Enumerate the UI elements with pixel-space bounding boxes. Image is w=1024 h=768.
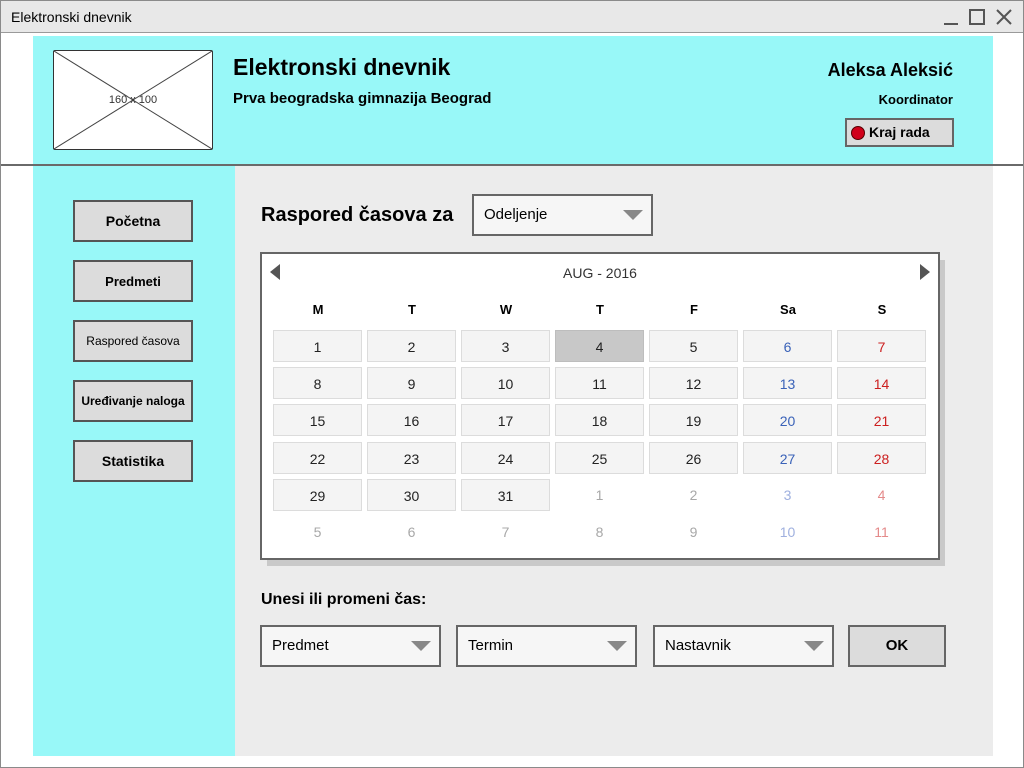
calendar-day[interactable]: 31 [461, 478, 550, 511]
calendar-day[interactable]: 2 [649, 479, 738, 511]
logout-button[interactable]: Kraj rada [845, 118, 954, 147]
app-title: Elektronski dnevnik [233, 54, 451, 80]
sidebar-item-label: Početna [105, 213, 161, 229]
term-dropdown[interactable]: Termin [456, 625, 637, 667]
calendar-day[interactable]: 19 [649, 404, 738, 437]
calendar: AUG - 2016 M T W T F Sa S 1 2 3 4 5 6 7 8 9 10 11 12 13 14 1… [260, 252, 940, 560]
calendar-day[interactable]: 27 [743, 441, 832, 474]
calendar-day[interactable]: 21 [837, 404, 926, 437]
maximize-icon[interactable] [967, 7, 987, 27]
chevron-down-icon [804, 641, 824, 651]
calendar-day[interactable]: 17 [461, 404, 550, 437]
sidebar-item-raspored-casova[interactable]: Raspored časova [73, 320, 193, 362]
logo-placeholder: 160 x 100 [53, 50, 213, 150]
chevron-down-icon [623, 210, 643, 220]
calendar-day[interactable]: 25 [555, 441, 644, 474]
main-content: Raspored časova za Odeljenje AUG - 2016 … [235, 166, 993, 756]
calendar-day[interactable]: 6 [743, 330, 832, 362]
sidebar: Početna Predmeti Raspored časova Uređiva… [33, 166, 235, 756]
user-role: Koordinator [878, 92, 953, 107]
calendar-day[interactable]: 16 [367, 404, 456, 437]
calendar-day[interactable]: 7 [461, 516, 550, 548]
calendar-day[interactable]: 1 [273, 330, 362, 362]
weekday-label: F [690, 302, 698, 317]
calendar-day[interactable]: 3 [461, 330, 550, 362]
calendar-day[interactable]: 9 [367, 367, 456, 400]
header: 160 x 100 Elektronski dnevnik Prva beogr… [33, 36, 993, 164]
calendar-day[interactable]: 8 [555, 516, 644, 548]
weekday-label: Sa [780, 302, 796, 317]
form-label: Unesi ili promeni čas: [261, 591, 427, 608]
calendar-day[interactable]: 28 [837, 441, 926, 474]
close-icon[interactable] [994, 7, 1014, 27]
window-title: Elektronski dnevnik [11, 9, 132, 25]
calendar-day[interactable]: 26 [649, 441, 738, 474]
calendar-day[interactable]: 29 [273, 478, 362, 511]
calendar-day[interactable]: 4 [837, 479, 926, 511]
teacher-dropdown[interactable]: Nastavnik [653, 625, 834, 667]
calendar-day[interactable]: 24 [461, 441, 550, 474]
calendar-day[interactable]: 12 [649, 367, 738, 400]
title-bar: Elektronski dnevnik [1, 1, 1023, 33]
chevron-down-icon [411, 641, 431, 651]
logout-label: Kraj rada [869, 124, 930, 140]
logout-icon [851, 126, 865, 140]
calendar-month-label: AUG - 2016 [563, 265, 637, 281]
weekday-label: M [312, 302, 324, 317]
calendar-day[interactable]: 3 [743, 479, 832, 511]
calendar-day[interactable]: 5 [273, 516, 362, 548]
teacher-dropdown-value: Nastavnik [665, 637, 731, 654]
chevron-down-icon [607, 641, 627, 651]
calendar-day[interactable]: 15 [273, 404, 362, 437]
calendar-day[interactable]: 9 [649, 516, 738, 548]
weekday-label: W [499, 302, 513, 317]
sidebar-item-statistika[interactable]: Statistika [73, 440, 193, 482]
term-dropdown-value: Termin [468, 637, 514, 654]
calendar-weekday-header: M T W T F Sa S [273, 302, 931, 322]
sidebar-item-pocetna[interactable]: Početna [73, 200, 193, 242]
calendar-day[interactable]: 18 [555, 404, 644, 437]
calendar-day[interactable]: 1 [555, 479, 644, 511]
calendar-day[interactable]: 6 [367, 516, 456, 548]
calendar-day[interactable]: 10 [461, 367, 550, 400]
minimize-icon[interactable] [941, 7, 961, 27]
calendar-day[interactable]: 7 [837, 330, 926, 362]
logo-size-label: 160 x 100 [108, 94, 158, 106]
calendar-day[interactable]: 4 [555, 330, 644, 362]
calendar-day[interactable]: 8 [273, 367, 362, 400]
calendar-day[interactable]: 11 [555, 367, 644, 400]
calendar-day[interactable]: 10 [743, 516, 832, 548]
calendar-day[interactable]: 2 [367, 330, 456, 362]
school-name: Prva beogradska gimnazija Beograd [233, 90, 492, 107]
calendar-day[interactable]: 11 [837, 516, 926, 548]
calendar-day[interactable]: 5 [649, 330, 738, 362]
weekday-label: T [596, 302, 604, 317]
sidebar-item-label: Uređivanje naloga [81, 394, 185, 408]
weekday-label: S [877, 302, 887, 317]
calendar-day[interactable]: 30 [367, 478, 456, 511]
ok-button-label: OK [885, 637, 909, 654]
calendar-day[interactable]: 13 [743, 367, 832, 400]
calendar-day[interactable]: 20 [743, 404, 832, 437]
subject-dropdown[interactable]: Predmet [260, 625, 441, 667]
calendar-day[interactable]: 14 [837, 367, 926, 400]
weekday-label: T [408, 302, 416, 317]
calendar-day[interactable]: 22 [273, 441, 362, 474]
calendar-day[interactable]: 23 [367, 441, 456, 474]
ok-button[interactable]: OK [848, 625, 946, 667]
sidebar-item-label: Raspored časova [86, 334, 180, 348]
app-window: Elektronski dnevnik 160 x 100 Elektronsk… [0, 0, 1024, 768]
subject-dropdown-value: Predmet [272, 637, 329, 654]
next-month-icon[interactable] [920, 264, 930, 280]
schedule-label: Raspored časova za [261, 204, 454, 226]
sidebar-item-predmeti[interactable]: Predmeti [73, 260, 193, 302]
user-name: Aleksa Aleksić [827, 60, 953, 80]
sidebar-item-label: Predmeti [105, 273, 161, 289]
class-dropdown-value: Odeljenje [484, 206, 548, 223]
sidebar-item-uredjivanje-naloga[interactable]: Uređivanje naloga [73, 380, 193, 422]
class-dropdown[interactable]: Odeljenje [472, 194, 653, 236]
sidebar-item-label: Statistika [101, 453, 165, 469]
